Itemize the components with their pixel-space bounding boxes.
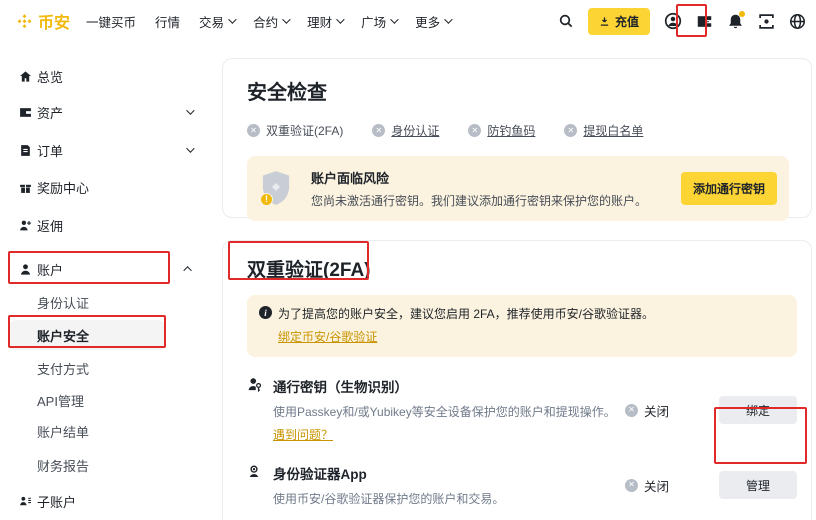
nav-markets[interactable]: 行情: [155, 12, 180, 31]
sidebar-item-api-management[interactable]: API管理: [0, 388, 210, 412]
chevron-down-icon: [282, 15, 290, 23]
passkey-help-link[interactable]: 遇到问题？: [273, 426, 333, 443]
sidebar-item-rewards[interactable]: 奖励中心: [0, 175, 210, 199]
passkey-description: 使用Passkey和/或Yubikey等安全设备保护您的账户和提现操作。: [273, 403, 625, 420]
deposit-button[interactable]: 充值: [588, 8, 650, 35]
tip-text: 为了提高您的账户安全，建议您启用 2FA，推荐使用币安/谷歌验证器。: [278, 305, 654, 322]
nav-futures[interactable]: 合约: [253, 12, 288, 31]
language-globe-icon[interactable]: [789, 13, 806, 30]
shield-icon: !: [261, 171, 295, 207]
binance-diamond-icon: [16, 13, 33, 30]
nav-more[interactable]: 更多: [415, 12, 450, 31]
x-circle-icon: ✕: [625, 404, 638, 417]
rewards-gift-icon: [18, 180, 32, 194]
nav-earn[interactable]: 理财: [307, 12, 342, 31]
app-download-icon[interactable]: [758, 13, 775, 30]
wallet-icon[interactable]: [696, 13, 713, 30]
chevron-down-icon: [186, 106, 194, 114]
sidebar-item-orders[interactable]: 订单: [0, 138, 210, 162]
binance-logo[interactable]: 币安: [16, 9, 70, 33]
sidebar-item-account-statement[interactable]: 账户结单: [0, 419, 210, 443]
chevron-down-icon: [336, 15, 344, 23]
authenticator-title: 身份验证器App: [273, 463, 625, 483]
sidebar-item-overview[interactable]: 总览: [0, 64, 210, 88]
nav-square[interactable]: 广场: [361, 12, 396, 31]
notification-dot: [739, 11, 745, 17]
x-circle-icon: ✕: [468, 124, 481, 137]
logo-text: 币安: [38, 9, 70, 33]
warning-icon: !: [260, 193, 273, 206]
sidebar-item-payment-methods[interactable]: 支付方式: [0, 356, 210, 380]
sidebar-item-subaccounts[interactable]: 子账户: [0, 489, 210, 513]
security-check-list: ✕ 双重验证(2FA) ✕ 身份认证 ✕ 防钓鱼码 ✕ 提现白名单: [247, 122, 789, 139]
orders-document-icon: [18, 143, 32, 157]
account-risk-banner: ! 账户面临风险 您尚未激活通行密钥。我们建议添加通行密钥来保护您的账户。 添加…: [247, 156, 789, 221]
search-icon[interactable]: [558, 13, 574, 29]
add-passkey-button[interactable]: 添加通行密钥: [681, 172, 777, 205]
check-2fa[interactable]: ✕ 双重验证(2FA): [247, 122, 343, 139]
chevron-down-icon: [390, 15, 398, 23]
authenticator-app-icon: [247, 463, 265, 479]
authenticator-row: 身份验证器App 使用币安/谷歌验证器保护您的账户和交易。 ✕ 关闭 管理: [247, 463, 797, 507]
chevron-down-icon: [444, 15, 452, 23]
two-factor-title: 双重验证(2FA): [247, 255, 797, 282]
risk-description: 您尚未激活通行密钥。我们建议添加通行密钥来保护您的账户。: [311, 192, 647, 209]
x-circle-icon: ✕: [625, 479, 638, 492]
home-icon: [18, 69, 32, 83]
subaccount-icon: [18, 494, 32, 508]
x-circle-icon: ✕: [372, 124, 385, 137]
two-factor-tip-banner: i 为了提高您的账户安全，建议您启用 2FA，推荐使用币安/谷歌验证器。 绑定币…: [247, 295, 797, 357]
sidebar-item-account[interactable]: 账户: [0, 255, 210, 283]
sidebar-item-assets[interactable]: 资产: [0, 100, 210, 124]
chevron-down-icon: [186, 144, 194, 152]
chevron-down-icon: [228, 15, 236, 23]
nav-trade[interactable]: 交易: [199, 12, 234, 31]
download-icon: [599, 16, 610, 27]
passkey-bind-button[interactable]: 绑定: [719, 396, 797, 424]
referral-person-plus-icon: [18, 218, 32, 232]
top-navbar: 币安 一键买币 行情 交易 合约 理财 广场 更多 充值: [0, 0, 816, 42]
authenticator-manage-button[interactable]: 管理: [719, 471, 797, 499]
sidebar-item-referral[interactable]: 返佣: [0, 213, 210, 237]
x-circle-icon: ✕: [564, 124, 577, 137]
check-identity-verification[interactable]: ✕ 身份认证: [372, 122, 439, 139]
bind-authenticator-link[interactable]: 绑定币安/谷歌验证: [278, 328, 377, 345]
passkey-status: ✕ 关闭: [625, 401, 691, 420]
navbar-actions: 充值: [558, 8, 806, 35]
sidebar-item-financial-reports[interactable]: 财务报告: [0, 453, 210, 477]
page: 币安 一键买币 行情 交易 合约 理财 广场 更多 充值: [0, 0, 816, 520]
two-factor-card: 双重验证(2FA) i 为了提高您的账户安全，建议您启用 2FA，推荐使用币安/…: [222, 240, 812, 520]
check-withdrawal-whitelist[interactable]: ✕ 提现白名单: [564, 122, 643, 139]
risk-title: 账户面临风险: [311, 168, 647, 187]
sidebar: 总览 资产 订单 奖励中心 返佣: [0, 42, 210, 520]
passkey-icon: [247, 376, 265, 392]
chevron-up-icon: [183, 266, 191, 274]
security-check-card: 安全检查 ✕ 双重验证(2FA) ✕ 身份认证 ✕ 防钓鱼码 ✕ 提现白名单 !: [222, 58, 812, 218]
sidebar-item-account-security[interactable]: 账户安全: [8, 320, 166, 350]
x-circle-icon: ✕: [247, 124, 260, 137]
authenticator-status: ✕ 关闭: [625, 476, 691, 495]
check-antiphishing-code[interactable]: ✕ 防钓鱼码: [468, 122, 535, 139]
security-check-title: 安全检查: [247, 76, 789, 105]
passkey-row: 通行密钥（生物识别） 使用Passkey和/或Yubikey等安全设备保护您的账…: [247, 376, 797, 444]
main-nav: 一键买币 行情 交易 合约 理财 广场 更多: [86, 12, 450, 31]
passkey-title: 通行密钥（生物识别）: [273, 376, 625, 396]
account-person-icon: [18, 262, 32, 276]
authenticator-description: 使用币安/谷歌验证器保护您的账户和交易。: [273, 490, 625, 507]
wallet-icon: [18, 105, 32, 119]
notifications-bell-icon[interactable]: [727, 13, 744, 30]
sidebar-item-identity-verification[interactable]: 身份认证: [0, 290, 210, 314]
info-icon: i: [259, 306, 272, 319]
profile-icon[interactable]: [664, 12, 682, 30]
nav-buy-crypto[interactable]: 一键买币: [86, 12, 136, 31]
